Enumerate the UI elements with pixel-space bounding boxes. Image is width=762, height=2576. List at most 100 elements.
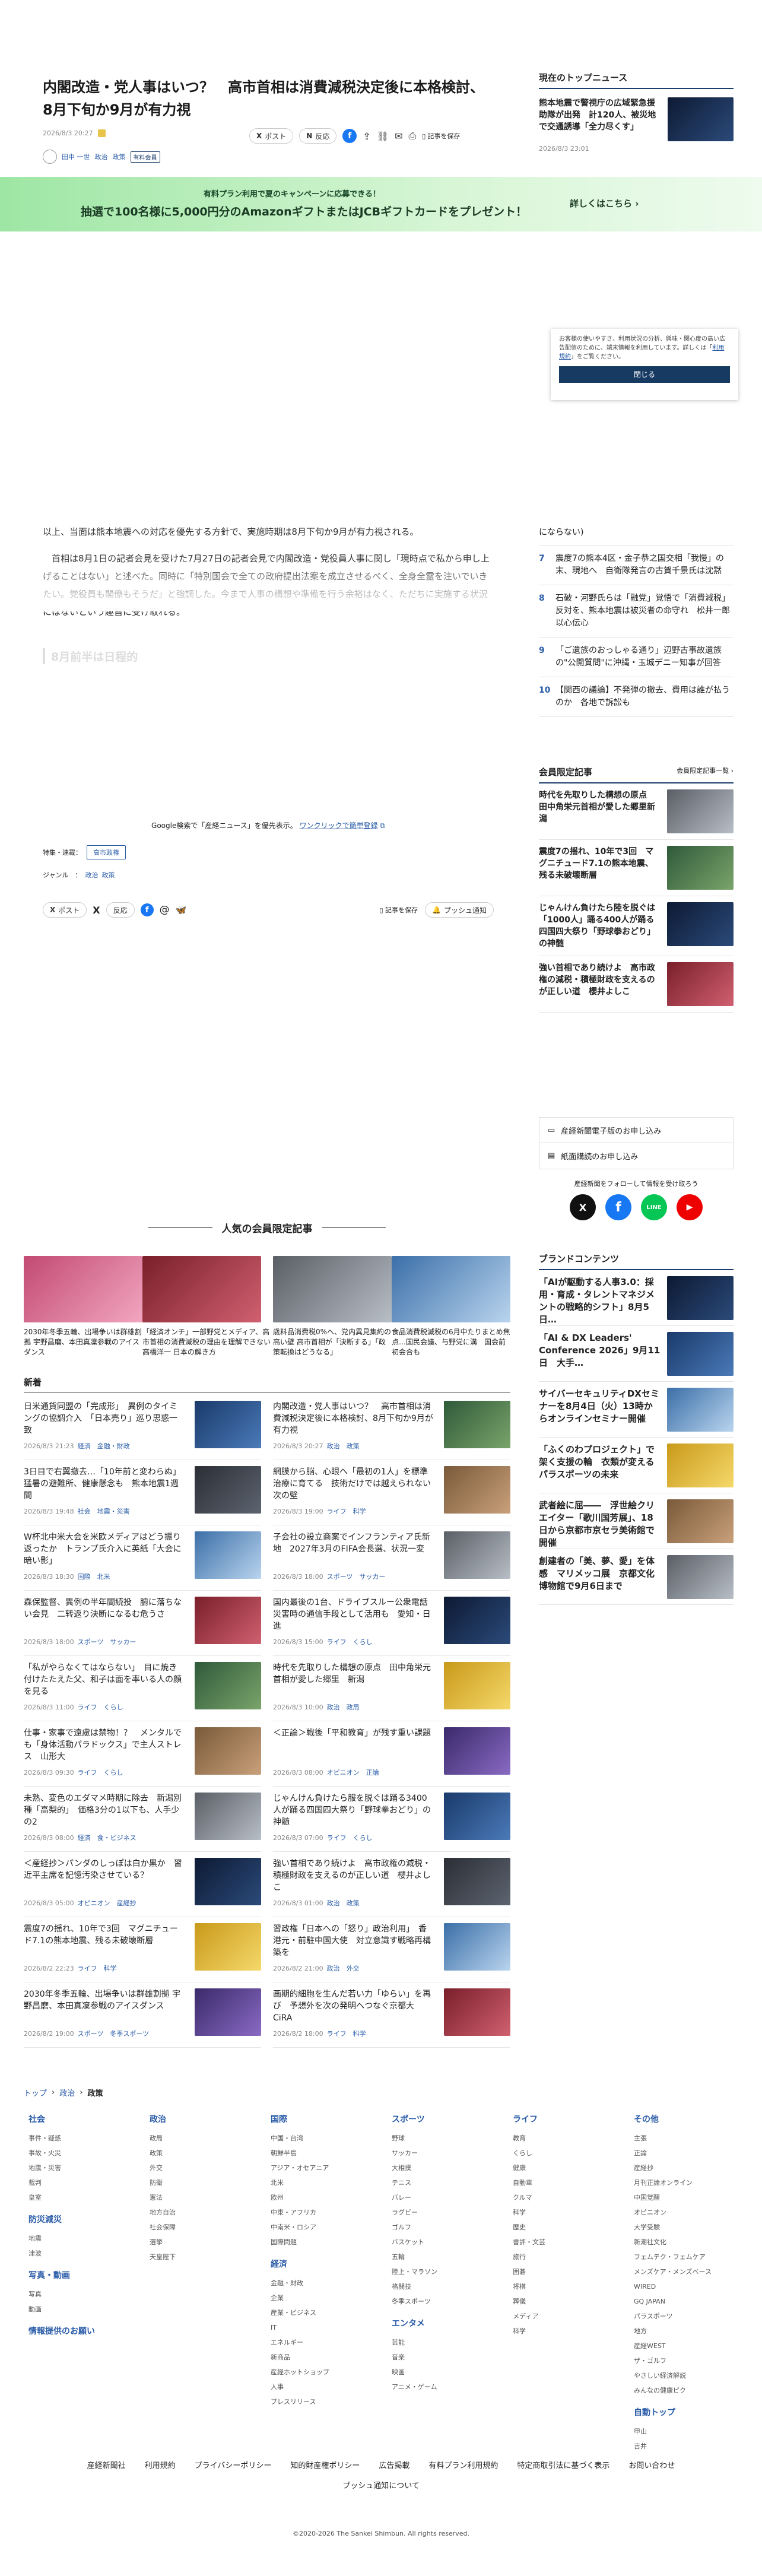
news-tag[interactable]: ライフ くらし <box>78 1769 123 1776</box>
footer-link[interactable]: 健康 <box>513 2161 614 2175</box>
footer-bottom-link[interactable]: 広告掲載 <box>379 2461 409 2470</box>
footer-link[interactable]: 新商品 <box>271 2350 372 2365</box>
campaign-banner[interactable]: 有料プラン利用で夏のキャンペーンに応募できる！ 抽選で100名様に5,000円分… <box>0 177 762 231</box>
footer-link[interactable]: メディア <box>513 2309 614 2324</box>
news-card[interactable]: 強い首相であり続けよ 高市政権の減税・積極財政を支えるのが正しい道 櫻井よしこ 2… <box>273 1852 510 1917</box>
footer-link[interactable]: 裁判 <box>28 2175 129 2190</box>
facebook-icon[interactable]: f <box>342 129 357 143</box>
save-article-button[interactable]: ▯ 記事を保存 <box>379 905 418 915</box>
popular-card[interactable]: 歳料品消費税0%へ、党内異見集約の高い壁 高市首相が「決断する」「政策転換はどう… <box>273 1256 392 1358</box>
footer-bottom-link[interactable]: 特定商取引法に基づく表示 <box>517 2461 609 2470</box>
footer-link[interactable]: エネルギー <box>271 2335 372 2350</box>
news-tag[interactable]: オピニオン 産経抄 <box>78 1899 136 1907</box>
footer-link[interactable]: 陸上・マラソン <box>392 2264 493 2279</box>
news-tag[interactable]: ライフ くらし <box>78 1703 123 1711</box>
footer-link[interactable]: WIRED <box>634 2279 735 2294</box>
news-tag[interactable]: 政治 政局 <box>327 1703 360 1711</box>
x-follow-icon[interactable]: X <box>570 1194 596 1220</box>
footer-link[interactable]: くらし <box>513 2146 614 2161</box>
mail-icon[interactable]: ✉ <box>395 131 402 142</box>
footer-link[interactable]: 中南米・ロシア <box>271 2220 372 2235</box>
news-card[interactable]: ＜正論＞戦後「平和教育」が残す重い課題 2026/8/3 08:00 オピニオン 正… <box>273 1721 510 1787</box>
footer-link[interactable]: 甲山 <box>634 2424 735 2439</box>
footer-heading[interactable]: 社会 <box>28 2113 129 2125</box>
footer-link[interactable]: 選挙 <box>150 2235 250 2250</box>
footer-link[interactable]: プレスリリース <box>271 2394 372 2409</box>
footer-link[interactable]: 科学 <box>513 2324 614 2339</box>
footer-link[interactable]: 津波 <box>28 2246 129 2261</box>
footer-link[interactable]: 地震 <box>28 2231 129 2246</box>
news-card[interactable]: 時代を先取りした構想の原点 田中角栄元首相が愛した郷里 新潟 2026/8/3 1… <box>273 1656 510 1721</box>
footer-heading[interactable]: 自動トップ <box>634 2406 735 2418</box>
footer-link[interactable]: 国際問題 <box>271 2235 372 2250</box>
footer-link[interactable]: 囲碁 <box>513 2264 614 2279</box>
react-button[interactable]: 反応 <box>106 902 135 918</box>
share-icon[interactable]: ⇪ <box>363 131 370 142</box>
footer-link[interactable]: 産経WEST <box>634 2339 735 2353</box>
footer-link[interactable]: 格闘技 <box>392 2279 493 2294</box>
footer-link[interactable]: 主張 <box>634 2131 735 2146</box>
footer-heading[interactable]: 国際 <box>271 2113 372 2125</box>
footer-link[interactable]: 朝鮮半島 <box>271 2146 372 2161</box>
news-card[interactable]: 習政権「日本への「怒り」政治利用」 香港元・前駐中国大使 対立意識す戦略再構築を… <box>273 1917 510 1982</box>
digital-subscribe-link[interactable]: ▭ 産経新聞電子版のお申し込み <box>539 1117 734 1143</box>
news-tag[interactable]: 政治 政策 <box>327 1899 360 1907</box>
footer-bottom-link[interactable]: 有料プラン利用規約 <box>428 2461 498 2470</box>
footer-link[interactable]: 書評・文芸 <box>513 2235 614 2250</box>
footer-link[interactable]: IT <box>271 2320 372 2335</box>
genre-link-1[interactable]: 政策 <box>101 870 115 880</box>
footer-bottom-link[interactable]: プライバシーポリシー <box>195 2461 272 2470</box>
news-tag[interactable]: 政治 外交 <box>327 1965 360 1972</box>
footer-link[interactable]: 自動車 <box>513 2175 614 2190</box>
footer-link[interactable]: ザ・ゴルフ <box>634 2353 735 2368</box>
print-icon[interactable]: ⎙ <box>408 130 416 142</box>
brand-item[interactable]: 「AIが駆動する人事3.0：採用・育成・タレントマネジメントの戦略的シフト」8月… <box>539 1270 734 1326</box>
footer-link[interactable]: 皇室 <box>28 2190 129 2205</box>
facebook-icon[interactable]: f <box>140 903 154 916</box>
x-logo-icon[interactable]: X <box>93 905 100 916</box>
footer-link[interactable]: 人事 <box>271 2380 372 2394</box>
news-tag[interactable]: ライフ くらし <box>327 1638 373 1646</box>
ranking-item[interactable]: 8 石破・河野氏らは「融党」覚悟で「消費減税」反対を、熊本地震は被災者の命守れ 松… <box>539 585 738 637</box>
members-item[interactable]: 時代を先取りした構想の原点 田中角栄元首相が愛した郷里新潟 <box>539 783 734 840</box>
brand-item[interactable]: 創建者の「美、夢、愛」を体感 マリメッコ展 京都文化博物館で9月6日まで <box>539 1549 734 1605</box>
footer-bottom-link[interactable]: プッシュ通知について <box>342 2482 420 2491</box>
footer-link[interactable]: クルマ <box>513 2190 614 2205</box>
footer-link[interactable]: サッカー <box>392 2146 493 2161</box>
brand-item[interactable]: 武者絵に屈―― 浮世絵クリエイター「歌川国芳展」、18日から京都市京セラ美術館で… <box>539 1493 734 1549</box>
footer-link[interactable]: 産経抄 <box>634 2161 735 2175</box>
news-card[interactable]: 2030年冬季五輪、出場争いは群雄割拠 宇野昌磨、本田真凜参戦のアイスダンス 20… <box>24 1982 261 2048</box>
footer-heading[interactable]: 経済 <box>271 2258 372 2270</box>
members-item[interactable]: じゃんけん負けたら陸を脱ぐは「1000人」踊る400人が踊る四国四大祭り「野球拳… <box>539 896 734 956</box>
footer-link[interactable]: 教育 <box>513 2131 614 2146</box>
footer-heading[interactable]: その他 <box>634 2113 735 2125</box>
news-card[interactable]: じゃんけん負けたら服を脱ぐは踊る3400人が踊る四国四大祭り「野球拳おどり」の神… <box>273 1787 510 1852</box>
footer-link[interactable]: 政策 <box>150 2146 250 2161</box>
news-card[interactable]: 未熟、変色のエダマメ時期に除去 新潟別種「高梨的」 価格3分の1以下も、人手少の… <box>24 1787 261 1852</box>
news-card[interactable]: 3日目で右翼撤去…「10年前と変わらぬ」猛暑の避難所、健康懸念も 熊本地震1週間… <box>24 1460 261 1525</box>
footer-link[interactable]: 大相撲 <box>392 2161 493 2175</box>
bluesky-icon[interactable]: 🦋 <box>176 905 187 915</box>
footer-link[interactable]: 中国・台湾 <box>271 2131 372 2146</box>
news-card[interactable]: 画期的細胞を生んだ若い力「ゆらい」を再び 予想外を次の発明へつなぐ京都大CiRA… <box>273 1982 510 2048</box>
footer-link[interactable]: 地震・災害 <box>28 2161 129 2175</box>
paper-subscribe-link[interactable]: ▤ 紙面購読のお申し込み <box>539 1143 734 1169</box>
ranking-item[interactable]: 7 震度7の熊本4区・金子恭之国交相「我慢」の末、現地へ 自衛隊発言の古賀千景氏は… <box>539 545 734 585</box>
ranking-item[interactable]: 9 「ご遺族のおっしゃる通り」辺野古事故遺族の"公開質問"に沖縄・玉城デニー知事が… <box>539 637 734 677</box>
news-tag[interactable]: ライフ 科学 <box>327 1508 366 1515</box>
news-card[interactable]: ＜産経抄＞パンダのしっぽは白か黒か 習近平主席を記憶汚染させている？ 2026/8… <box>24 1852 261 1917</box>
footer-link[interactable]: 防衛 <box>150 2175 250 2190</box>
popular-card[interactable]: 食品消費税減税の6月中たりまとめ焦点…国民会議、与野党に溝 国会前初会合も <box>392 1256 510 1358</box>
footer-bottom-link[interactable]: 知的財産権ポリシー <box>290 2461 360 2470</box>
footer-link[interactable]: フェムテク・フェムケア <box>634 2250 735 2264</box>
footer-link[interactable]: 産業・ビジネス <box>271 2305 372 2320</box>
footer-link[interactable]: 科学 <box>513 2205 614 2220</box>
react-button[interactable]: N 反応 <box>299 128 337 144</box>
footer-link[interactable]: 音楽 <box>392 2350 493 2365</box>
popular-card[interactable]: 2030年冬季五輪、出場争いは群雄割拠 宇野昌磨、本田真凜参戦のアイスダンス <box>24 1256 142 1358</box>
topic-chip[interactable]: 高市政権 <box>87 845 126 859</box>
genre-link-0[interactable]: 政治 <box>85 870 98 880</box>
brand-item[interactable]: 「AI & DX Leaders' Conference 2026」9月11日 … <box>539 1326 734 1382</box>
footer-link[interactable]: 憲法 <box>150 2190 250 2205</box>
news-tag[interactable]: 政治 政策 <box>327 1442 360 1450</box>
